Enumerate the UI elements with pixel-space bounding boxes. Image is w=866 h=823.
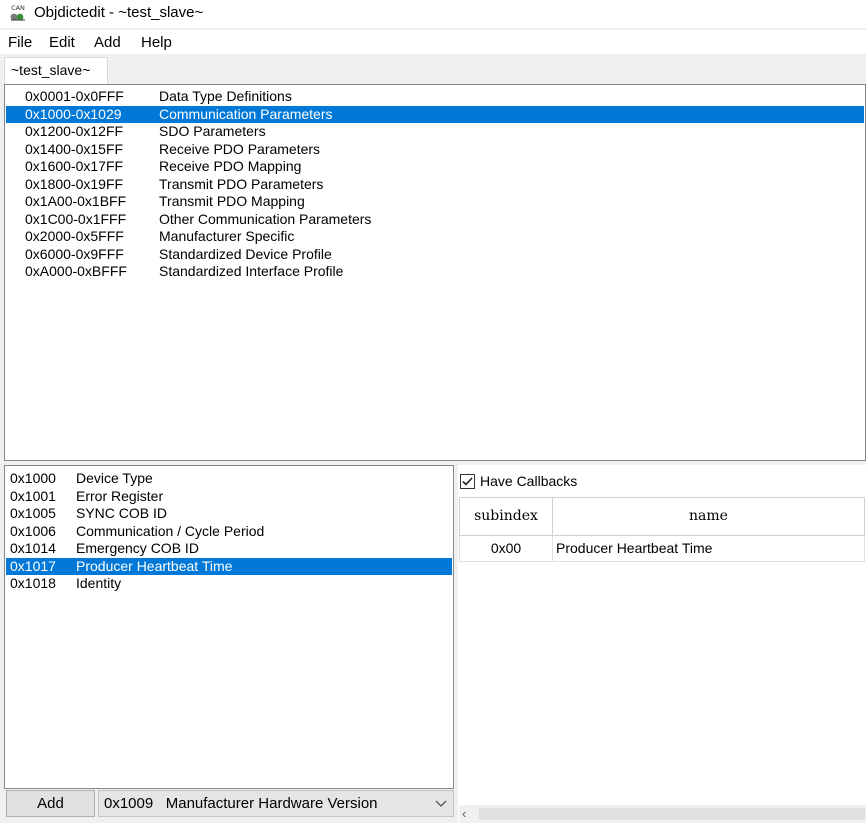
range-row[interactable]: 0x1C00-0x1FFF Other Communication Paramet… [6, 211, 864, 228]
range-name: SDO Parameters [159, 123, 266, 139]
range-code: 0x1A00-0x1BFF [25, 193, 127, 209]
index-row[interactable]: 0x1018 Identity [6, 575, 452, 592]
range-code: 0x1800-0x19FF [25, 175, 124, 192]
range-name: Communication Parameters [159, 105, 333, 122]
range-row[interactable]: 0x1000-0x1029 Communication Parameters [6, 105, 864, 123]
index-name: SYNC COB ID [76, 505, 168, 521]
index-code: 0x1006 [10, 522, 56, 539]
tab-label: ~test_slave~ [11, 62, 91, 78]
range-name: Receive PDO Parameters [159, 140, 321, 157]
menu-edit[interactable]: Edit [49, 34, 75, 51]
range-code: 0x6000-0x9FFF [25, 245, 124, 262]
window-title: Objdictedit - ~test_slave~ [34, 4, 204, 21]
range-code: 0xA000-0xBFFF [25, 263, 127, 279]
object-index-list[interactable]: 0x1000 Device Type 0x1001 Error Register 0x1… [4, 465, 454, 789]
tab-strip [0, 54, 866, 84]
index-range-list[interactable]: 0x0001-0x0FFF Data Type Definitions 0x1000… [4, 84, 866, 461]
range-name: Receive PDO Mapping [159, 158, 302, 174]
index-row[interactable]: 0x1014 Emergency COB ID [6, 540, 452, 557]
grid-cell-subindex[interactable]: 0x00 [459, 536, 553, 562]
subindex-grid-header: subindex name [459, 497, 865, 536]
menu-bar: File Edit Add Help [0, 30, 866, 54]
range-row[interactable]: 0x1200-0x12FF SDO Parameters [6, 123, 864, 140]
add-button[interactable]: Add [6, 790, 95, 817]
tab-test-slave[interactable]: ~test_slave~ [4, 57, 108, 84]
index-row[interactable]: 0x1005 SYNC COB ID [6, 505, 452, 522]
index-name: Emergency COB ID [76, 540, 199, 556]
combobox-value: 0x1009 Manufacturer Hardware Version [104, 795, 378, 812]
range-code: 0x1C00-0x1FFF [25, 210, 127, 227]
range-name: Other Communication Parameters [159, 210, 372, 227]
svg-text:CAN: CAN [11, 4, 25, 12]
index-code: 0x1000 [10, 470, 56, 486]
range-name: Manufacturer Specific [159, 228, 295, 244]
grid-cell-name[interactable]: Producer Heartbeat Time [552, 536, 865, 562]
index-code: 0x1014 [10, 540, 56, 556]
index-name: Device Type [76, 470, 153, 486]
have-callbacks-checkbox[interactable] [460, 474, 475, 489]
range-name: Standardized Interface Profile [159, 263, 344, 279]
range-row[interactable]: 0xA000-0xBFFF Standardized Interface Prof… [6, 263, 864, 280]
menu-help[interactable]: Help [141, 34, 172, 51]
range-code: 0x2000-0x5FFF [25, 228, 124, 244]
scroll-left-arrow-icon[interactable]: ‹ [462, 806, 466, 821]
range-code: 0x1000-0x1029 [25, 105, 122, 122]
column-header-name[interactable]: name [552, 497, 865, 536]
range-code: 0x1200-0x12FF [25, 123, 124, 139]
index-name: Communication / Cycle Period [76, 522, 265, 539]
range-code: 0x0001-0x0FFF [25, 88, 124, 104]
have-callbacks-label: Have Callbacks [480, 473, 578, 489]
combobox-name: Manufacturer Hardware Version [165, 795, 378, 812]
index-row[interactable]: 0x1001 Error Register [6, 488, 452, 505]
subindex-grid-body: 0x00 Producer Heartbeat Time [459, 536, 865, 562]
index-row[interactable]: 0x1006 Communication / Cycle Period [6, 523, 452, 540]
menu-add[interactable]: Add [94, 34, 121, 51]
range-code: 0x1600-0x17FF [25, 158, 124, 174]
index-name: Error Register [76, 487, 164, 504]
index-name: Identity [76, 575, 122, 591]
range-code: 0x1400-0x15FF [25, 140, 124, 157]
index-code: 0x1017 [10, 557, 56, 574]
range-row[interactable]: 0x1600-0x17FF Receive PDO Mapping [6, 158, 864, 175]
chevron-down-icon[interactable] [435, 797, 447, 809]
combobox-index: 0x1009 [104, 795, 154, 812]
range-row[interactable]: 0x1400-0x15FF Receive PDO Parameters [6, 141, 864, 158]
range-row[interactable]: 0x2000-0x5FFF Manufacturer Specific [6, 228, 864, 245]
range-row[interactable]: 0x6000-0x9FFF Standardized Device Profile [6, 246, 864, 263]
menu-file[interactable]: File [8, 34, 32, 51]
range-name: Data Type Definitions [159, 88, 292, 104]
checkmark-icon [462, 477, 473, 486]
range-row[interactable]: 0x1800-0x19FF Transmit PDO Parameters [6, 176, 864, 193]
range-row[interactable]: 0x0001-0x0FFF Data Type Definitions [6, 88, 864, 105]
index-row[interactable]: 0x1000 Device Type [6, 470, 452, 487]
index-code: 0x1001 [10, 487, 56, 504]
can-app-icon: CAN [10, 4, 25, 21]
range-row[interactable]: 0x1A00-0x1BFF Transmit PDO Mapping [6, 193, 864, 210]
index-name: Producer Heartbeat Time [76, 557, 233, 574]
column-header-subindex[interactable]: subindex [459, 497, 553, 536]
scrollbar-thumb[interactable] [479, 808, 865, 820]
range-name: Transmit PDO Mapping [159, 193, 305, 209]
range-name: Standardized Device Profile [159, 245, 332, 262]
range-name: Transmit PDO Parameters [159, 175, 324, 192]
add-index-combobox[interactable]: 0x1009 Manufacturer Hardware Version [98, 790, 454, 817]
index-code: 0x1018 [10, 575, 56, 591]
index-code: 0x1005 [10, 505, 56, 521]
index-row[interactable]: 0x1017 Producer Heartbeat Time [6, 557, 452, 575]
